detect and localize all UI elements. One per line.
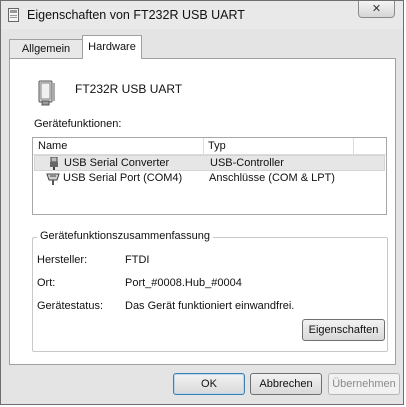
device-function-type: Anschlüsse (COM & LPT) <box>209 172 335 184</box>
device-function-name: USB Serial Port (COM4) <box>63 172 183 184</box>
device-function-type: USB-Controller <box>210 157 284 169</box>
list-item[interactable]: USB Serial Converter USB-Controller <box>34 155 385 171</box>
column-divider[interactable] <box>353 138 354 154</box>
location-value: Port_#0008.Hub_#0004 <box>125 277 242 289</box>
list-item[interactable]: USB Serial Port (COM4) Anschlüsse (COM &… <box>34 171 385 187</box>
list-header: Name Typ <box>33 138 386 155</box>
status-label: Gerätestatus: <box>37 300 104 312</box>
title-bar[interactable]: Eigenschaften von FT232R USB UART ✕ <box>1 1 403 29</box>
properties-dialog: Eigenschaften von FT232R USB UART ✕ Allg… <box>0 0 404 405</box>
manufacturer-label: Hersteller: <box>37 254 88 266</box>
usb-plug-icon <box>50 157 58 170</box>
tab-hardware[interactable]: Hardware <box>82 35 142 59</box>
device-properties-icon <box>8 8 19 22</box>
device-functions-label: Gerätefunktionen: <box>34 118 122 130</box>
device-functions-list[interactable]: Name Typ USB Serial Converter USB-Contro… <box>32 137 387 215</box>
ok-button[interactable]: OK <box>173 373 245 395</box>
cancel-button[interactable]: Abbrechen <box>250 373 322 395</box>
status-value: Das Gerät funktioniert einwandfrei. <box>125 300 295 312</box>
window-title: Eigenschaften von FT232R USB UART <box>27 8 245 22</box>
function-summary-title: Gerätefunktionszusammenfassung <box>37 230 213 242</box>
column-divider[interactable] <box>203 138 204 154</box>
device-name: FT232R USB UART <box>75 82 183 96</box>
column-header-name[interactable]: Name <box>38 140 67 152</box>
column-header-type[interactable]: Typ <box>208 140 226 152</box>
apply-button[interactable]: Übernehmen <box>328 373 400 395</box>
tab-general[interactable]: Allgemein <box>9 39 83 58</box>
close-button[interactable]: ✕ <box>358 1 395 18</box>
device-function-name: USB Serial Converter <box>64 157 170 169</box>
manufacturer-value: FTDI <box>125 254 150 266</box>
properties-button[interactable]: Eigenschaften <box>302 319 385 341</box>
location-label: Ort: <box>37 277 56 289</box>
usb-device-icon <box>38 80 55 106</box>
close-icon: ✕ <box>371 3 382 15</box>
serial-port-icon <box>46 173 60 185</box>
